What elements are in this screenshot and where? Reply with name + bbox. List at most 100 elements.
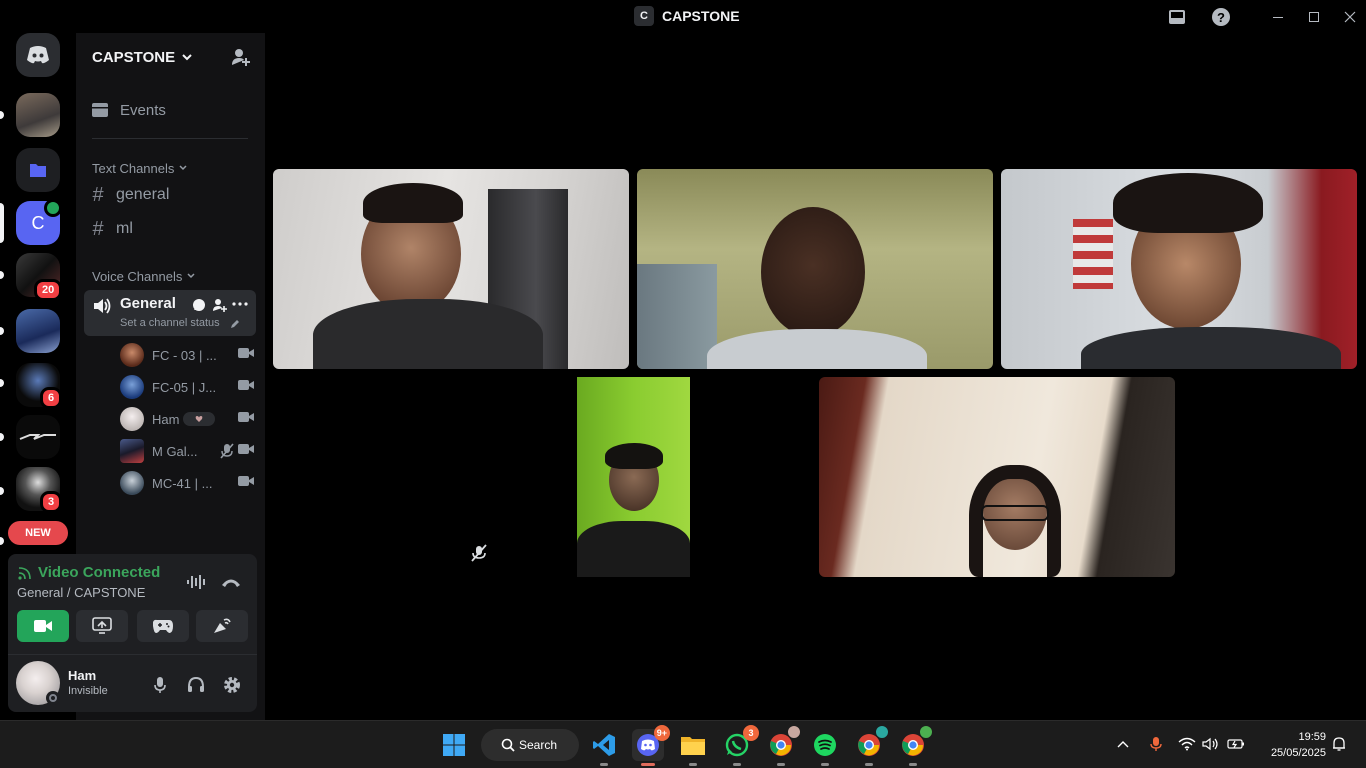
glasses [981,505,1049,521]
unread-pill [0,271,4,279]
voice-status-text[interactable]: Video Connected [38,564,160,581]
soundboard-button[interactable] [196,610,248,642]
clock-time: 19:59 [1298,731,1326,743]
camera-toggle-button[interactable] [17,610,69,642]
home-button[interactable] [16,33,60,77]
member-name: FC - 03 | ... [152,347,217,363]
hair [1113,173,1263,233]
server-icon-5[interactable] [16,309,60,353]
category-voice-channels[interactable]: Voice Channels [84,267,256,285]
pencil-icon [231,320,239,328]
windows-logo-icon [443,734,465,756]
activities-button[interactable] [137,610,189,642]
discord-logo-icon [27,46,49,64]
member-name: FC-05 | J... [152,379,217,395]
taskbar-discord[interactable]: 9+ [632,725,670,766]
folder-icon [681,737,705,755]
gamepad-icon [153,619,173,633]
deafen-button[interactable] [184,673,208,697]
start-button[interactable] [438,729,470,761]
svg-text:?: ? [1217,10,1225,25]
taskbar-whatsapp[interactable]: 3 [721,725,759,766]
unread-pill [0,487,4,495]
video-tile[interactable] [577,377,690,577]
wifi-icon[interactable] [1178,735,1196,753]
user-status[interactable]: Invisible [68,685,108,697]
unread-pill [0,433,4,441]
volume-icon[interactable] [1202,735,1220,753]
battery-icon[interactable] [1227,735,1245,753]
channel-general[interactable]: # general [84,181,256,209]
taskbar-file-explorer[interactable] [677,729,709,766]
taskbar-chrome-3[interactable] [897,725,933,766]
user-area: Ham Invisible [8,654,257,712]
server-icon-1[interactable] [16,93,60,137]
signal-icon [18,566,31,580]
category-label: Voice Channels [92,268,183,284]
member-name: M Gal... [152,443,198,459]
voice-location[interactable]: General / CAPSTONE [17,585,145,600]
gear-icon [224,677,240,693]
video-tile[interactable] [819,377,1175,577]
category-label: Text Channels [92,160,175,176]
chevron-down-icon [179,165,187,171]
voice-member[interactable]: FC - 03 | ... [120,341,260,369]
voice-member[interactable]: MC-41 | ... [120,469,260,497]
notifications-icon[interactable] [1330,735,1348,753]
events-item[interactable]: Events [84,97,256,123]
shirt [313,299,543,369]
notification-badge: 3 [743,725,759,741]
voice-member[interactable]: M Gal... [120,437,260,465]
server-folder[interactable] [16,148,60,192]
voice-member[interactable]: FC-05 | J... [120,373,260,401]
inbox-icon[interactable] [1166,6,1188,28]
taskbar-spotify[interactable] [809,729,841,766]
logo-icon [19,434,56,440]
taskbar-chrome-1[interactable] [765,725,801,766]
avatar [120,375,144,399]
mute-button[interactable] [148,673,172,697]
help-icon[interactable]: ? [1210,6,1232,28]
channel-status[interactable]: Set a channel status [120,317,220,329]
profile-avatar [875,725,889,739]
server-badge: 20 [34,279,63,301]
avatar [120,343,144,367]
channel-ml[interactable]: # ml [84,215,256,243]
invite-people-icon[interactable] [231,47,251,71]
taskbar-chrome-2[interactable] [853,725,889,766]
clock-date: 25/05/2025 [1270,747,1326,759]
taskbar-search[interactable]: Search [481,729,579,761]
user-settings-button[interactable] [220,673,244,697]
shirt [707,329,927,369]
minimize-button[interactable] [1260,0,1296,33]
new-servers-pill[interactable]: NEW [8,521,68,545]
windows-taskbar: Search 9+ 3 19:59 25/05/2025 [0,720,1366,768]
voice-member[interactable]: Ham [120,405,260,433]
server-badge: 3 [40,491,63,513]
server-icon-7[interactable] [16,415,60,459]
noise-suppression-icon[interactable] [186,574,206,590]
heart-icon [196,416,203,422]
voice-channel-general[interactable]: General Set a channel status [84,290,256,336]
chat-icon[interactable] [192,298,206,312]
show-hidden-icons-button[interactable] [1114,735,1132,753]
close-button[interactable] [1332,0,1366,33]
window-title-text: CAPSTONE [662,8,740,24]
taskbar-clock[interactable]: 19:59 25/05/2025 [1258,729,1326,761]
screen-share-button[interactable] [76,610,128,642]
window-title: C CAPSTONE [634,6,740,26]
invite-to-voice-icon[interactable] [212,298,228,312]
user-name[interactable]: Ham [68,668,96,683]
microphone-in-use-icon[interactable] [1147,735,1165,753]
category-text-channels[interactable]: Text Channels [84,159,256,177]
taskbar-vscode[interactable] [588,729,620,766]
video-tile[interactable] [637,169,993,369]
disconnect-icon[interactable] [220,576,242,588]
video-tile[interactable] [1001,169,1357,369]
video-tile[interactable] [273,169,629,369]
maximize-button[interactable] [1296,0,1332,33]
more-options-icon[interactable] [232,302,248,306]
server-badge: 6 [40,387,63,409]
avatar [120,439,144,463]
participant-face [761,207,865,337]
